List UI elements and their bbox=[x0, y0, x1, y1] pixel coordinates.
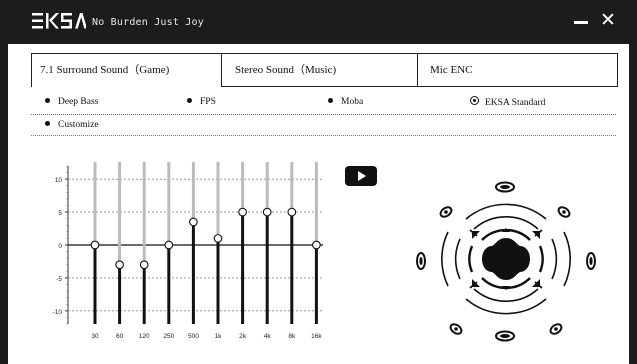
y-tick-label: 5 bbox=[58, 210, 62, 217]
slogan-text: No Burden Just Joy bbox=[92, 17, 204, 28]
surround-sound-speakers-icon bbox=[416, 181, 596, 342]
equalizer-chart: 10 5 0 -5 -10 30 60 120 250 500 1k 2k 4k 8k 16k bbox=[53, 162, 323, 340]
title-bar[interactable]: No Burden Just Joy ✕ bbox=[0, 0, 637, 44]
tab-label: 7.1 Surround Sound（Game) bbox=[40, 64, 170, 76]
y-tick-label: -10 bbox=[53, 309, 63, 316]
close-button[interactable]: ✕ bbox=[598, 9, 618, 31]
close-icon: ✕ bbox=[600, 9, 616, 31]
slider-knob-60[interactable] bbox=[115, 260, 124, 270]
bullet-icon bbox=[328, 98, 333, 103]
x-tick-label: 1k bbox=[215, 333, 223, 340]
radio-selected-icon bbox=[470, 96, 479, 105]
tab-surround-sound[interactable]: 7.1 Surround Sound（Game) bbox=[32, 54, 221, 86]
y-tick-label: 0 bbox=[58, 243, 62, 250]
slider-knob-120[interactable] bbox=[139, 260, 149, 270]
preset-customize[interactable]: Customize bbox=[45, 120, 99, 130]
tab-label: Stereo Sound（Music) bbox=[235, 64, 337, 76]
play-button[interactable] bbox=[345, 166, 377, 186]
slider-knob-4k[interactable] bbox=[262, 207, 272, 217]
y-tick-label: 10 bbox=[55, 177, 63, 184]
main-panel: 7.1 Surround Sound（Game) Stereo Sound（Mu… bbox=[8, 44, 629, 364]
dotted-divider bbox=[31, 114, 616, 115]
y-tick-label: -5 bbox=[56, 276, 62, 283]
preset-deep-bass[interactable]: Deep Bass bbox=[45, 97, 98, 107]
tab-divider bbox=[221, 54, 222, 86]
slider-knob-30[interactable] bbox=[90, 240, 100, 250]
preset-label: EKSA Standard bbox=[485, 98, 546, 108]
preset-label: Customize bbox=[58, 120, 99, 130]
slider-knob-2k[interactable] bbox=[238, 207, 247, 217]
preset-list: Deep Bass FPS Moba EKSA Standard Customi… bbox=[31, 90, 616, 136]
preset-moba[interactable]: Moba bbox=[328, 97, 363, 107]
dotted-divider bbox=[31, 135, 616, 136]
eksa-logo bbox=[32, 13, 86, 29]
slider-knob-16k[interactable] bbox=[312, 240, 321, 250]
x-tick-label: 4k bbox=[264, 333, 272, 340]
preset-eksa-standard[interactable]: EKSA Standard bbox=[470, 96, 545, 108]
mode-tabs: 7.1 Surround Sound（Game) Stereo Sound（Mu… bbox=[31, 53, 618, 87]
tab-stereo-sound[interactable]: Stereo Sound（Music) bbox=[227, 54, 417, 86]
bullet-icon bbox=[187, 98, 192, 103]
slider-knob-8k[interactable] bbox=[287, 207, 297, 217]
preset-label: Deep Bass bbox=[58, 97, 99, 107]
app-window: No Burden Just Joy ✕ 7.1 Surround Sound（… bbox=[0, 0, 637, 364]
minimize-button[interactable] bbox=[572, 11, 590, 31]
x-tick-label: 250 bbox=[163, 333, 174, 340]
x-tick-label: 60 bbox=[116, 333, 124, 340]
slider-knob-250[interactable] bbox=[164, 240, 174, 250]
preset-fps[interactable]: FPS bbox=[187, 97, 216, 107]
active-tab-gap bbox=[32, 85, 221, 87]
tab-label: Mic ENC bbox=[430, 64, 473, 76]
tab-mic-enc[interactable]: Mic ENC bbox=[422, 54, 617, 86]
bullet-icon bbox=[45, 121, 50, 126]
x-tick-label: 8k bbox=[288, 333, 296, 340]
bullet-icon bbox=[45, 98, 50, 103]
slider-knob-500[interactable] bbox=[189, 217, 198, 227]
x-tick-label: 2k bbox=[239, 333, 247, 340]
x-tick-label: 120 bbox=[139, 333, 150, 340]
preset-label: Moba bbox=[341, 97, 364, 107]
slider-knob-1k[interactable] bbox=[213, 234, 223, 243]
x-tick-label: 30 bbox=[91, 333, 99, 340]
preset-label: FPS bbox=[200, 97, 216, 107]
x-tick-label: 16k bbox=[311, 333, 322, 340]
x-tick-label: 500 bbox=[188, 333, 199, 340]
tab-divider bbox=[417, 54, 418, 86]
